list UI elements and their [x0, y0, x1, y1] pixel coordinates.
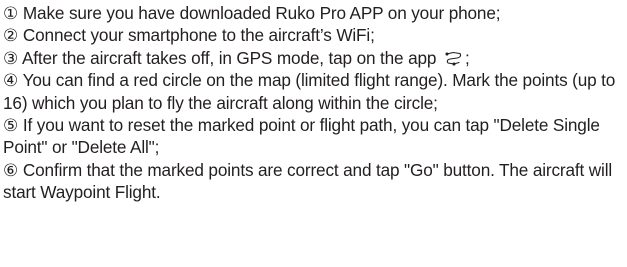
instructions-block: ① Make sure you have downloaded Ruko Pro… — [3, 2, 625, 204]
step-5-text: If you want to reset the marked point or… — [3, 115, 600, 158]
step-6: ⑥ Confirm that the marked points are cor… — [3, 159, 625, 204]
step-2-text: Connect your smartphone to the aircraft’… — [18, 25, 375, 46]
step-4-text: You can find a red circle on the map (li… — [3, 70, 616, 113]
waypoint-path-icon — [445, 51, 463, 67]
step-3-text-after: ; — [464, 47, 470, 68]
step-3: ③ After the aircraft takes off, in GPS m… — [3, 47, 625, 69]
step-6-text: Confirm that the marked points are corre… — [3, 159, 613, 203]
step-3-text: After the aircraft takes off, in GPS mod… — [18, 47, 441, 68]
step-1-number: ① — [3, 3, 19, 23]
step-1: ① Make sure you have downloaded Ruko Pro… — [3, 2, 625, 24]
step-3-number: ③ — [3, 47, 19, 68]
step-4-number: ④ — [3, 70, 19, 91]
step-6-number: ⑥ — [3, 159, 19, 180]
step-5: ⑤ If you want to reset the marked point … — [3, 114, 625, 159]
step-1-text: Make sure you have downloaded Ruko Pro A… — [18, 3, 501, 23]
step-5-number: ⑤ — [3, 115, 19, 136]
step-2: ② Connect your smartphone to the aircraf… — [3, 24, 625, 46]
step-2-number: ② — [3, 25, 19, 46]
step-4: ④ You can find a red circle on the map (… — [3, 69, 625, 114]
